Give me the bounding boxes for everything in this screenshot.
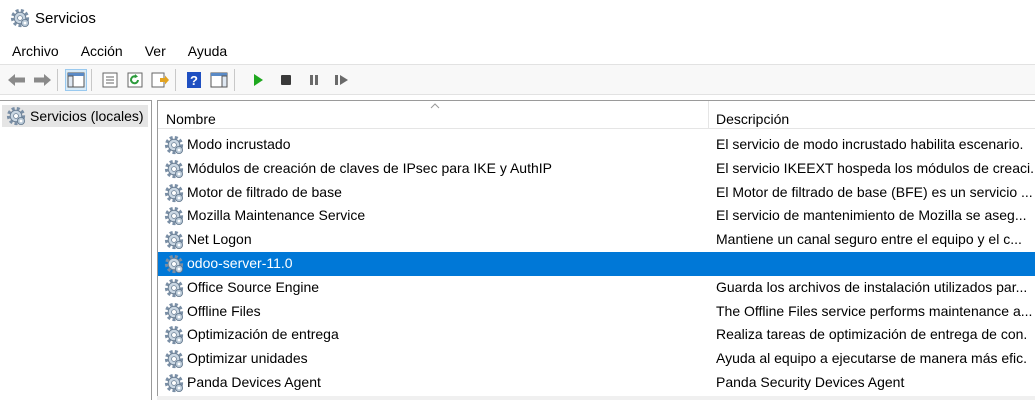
service-gear-icon: [164, 254, 184, 274]
toolbar: ?: [0, 64, 1035, 95]
column-header-name[interactable]: Nombre: [166, 101, 706, 129]
service-gear-icon: [164, 231, 184, 251]
restart-service-icon[interactable]: [331, 69, 353, 91]
refresh-icon[interactable]: [124, 69, 146, 91]
forward-arrow-icon[interactable]: [31, 69, 53, 91]
service-gear-icon: [164, 207, 184, 227]
service-gear-icon: [164, 278, 184, 298]
service-description: El servicio de mantenimiento de Mozilla …: [716, 207, 1027, 224]
service-description: El servicio IKEEXT hospeda los módulos d…: [716, 159, 1035, 176]
column-header-description[interactable]: Descripción: [716, 101, 1035, 129]
service-name: Panda Devices Agent: [187, 373, 321, 390]
service-row[interactable]: Optimizar unidades Ayuda al equipo a ejec…: [158, 347, 1035, 371]
service-description: El servicio de modo incrustado habilita …: [716, 136, 1024, 152]
service-name: Optimizar unidades: [187, 350, 308, 367]
service-row[interactable]: Optimización de entrega Realiza tareas de…: [158, 323, 1035, 347]
service-gear-icon: [164, 373, 184, 393]
service-name: Office Source Engine: [187, 278, 320, 295]
menu-bar: Archivo Acción Ver Ayuda: [0, 38, 1035, 63]
service-row[interactable]: Office Source Engine Guarda los archivos …: [158, 276, 1035, 300]
service-name: Módulos de creación de claves de IPsec p…: [187, 159, 552, 176]
export-list-icon[interactable]: [149, 69, 171, 91]
service-name: odoo-server-11.0: [187, 254, 293, 271]
service-gear-icon: [164, 159, 184, 179]
service-name: Modo incrustado: [187, 136, 291, 152]
service-name: Optimización de entrega: [187, 326, 339, 343]
services-gear-icon: [6, 106, 26, 126]
svg-text:?: ?: [190, 73, 198, 88]
properties-icon[interactable]: [99, 69, 121, 91]
services-list-pane: Nombre Descripción Modo incrustado El ser…: [157, 100, 1035, 400]
menu-ver[interactable]: Ver: [133, 43, 176, 59]
service-row[interactable]: Modo incrustado El servicio de modo incru…: [158, 133, 1035, 157]
pause-service-icon[interactable]: [303, 69, 325, 91]
back-arrow-icon[interactable]: [6, 69, 28, 91]
column-divider[interactable]: [708, 101, 709, 129]
toolbar-separator: [175, 68, 176, 91]
service-row[interactable]: Offline Files The Offline Files service p…: [158, 300, 1035, 324]
menu-ayuda[interactable]: Ayuda: [176, 43, 237, 59]
services-list: Modo incrustado El servicio de modo incru…: [158, 133, 1035, 395]
service-name: Offline Files: [187, 302, 261, 319]
service-gear-icon: [164, 302, 184, 322]
start-service-icon[interactable]: [247, 69, 269, 91]
stop-service-icon[interactable]: [275, 69, 297, 91]
tree-item-services-local[interactable]: Servicios (locales): [2, 105, 148, 127]
service-row[interactable]: Módulos de creación de claves de IPsec p…: [158, 157, 1035, 181]
tree-item-label: Servicios (locales): [30, 108, 144, 124]
toolbar-separator: [57, 68, 58, 91]
service-gear-icon: [164, 183, 184, 203]
toolbar-separator: [91, 68, 92, 91]
service-description: El Motor de filtrado de base (BFE) es un…: [716, 183, 1033, 200]
service-description: Realiza tareas de optimización de entreg…: [716, 326, 1028, 343]
service-name: Net Logon: [187, 231, 252, 248]
show-hide-tree-icon[interactable]: [65, 68, 87, 91]
service-gear-icon: [164, 350, 184, 370]
service-row[interactable]: Panda Devices Agent Panda Security Device…: [158, 371, 1035, 395]
service-name: Motor de filtrado de base: [187, 183, 342, 200]
service-gear-icon: [164, 326, 184, 346]
help-icon[interactable]: ?: [183, 69, 205, 91]
window-title: Servicios: [35, 9, 96, 27]
service-name: Mozilla Maintenance Service: [187, 207, 366, 224]
service-row[interactable]: Net Logon Mantiene un canal seguro entre …: [158, 228, 1035, 252]
service-row[interactable]: Motor de filtrado de base El Motor de fil…: [158, 181, 1035, 205]
console-tree-pane: Servicios (locales): [0, 100, 152, 400]
service-row[interactable]: Mozilla Maintenance Service El servicio d…: [158, 204, 1035, 228]
list-header: Nombre Descripción: [158, 101, 1035, 129]
menu-accion[interactable]: Acción: [69, 43, 133, 59]
menu-archivo[interactable]: Archivo: [0, 43, 69, 59]
service-row-selected[interactable]: odoo-server-11.0: [158, 251, 1035, 276]
service-description: Ayuda al equipo a ejecutarse de manera m…: [716, 350, 1028, 367]
service-gear-icon: [164, 135, 184, 155]
service-description: Mantiene un canal seguro entre el equipo…: [716, 231, 1022, 248]
service-description: The Offline Files service performs maint…: [716, 302, 1033, 319]
horizontal-scrollbar[interactable]: [157, 396, 1035, 400]
service-description: Panda Security Devices Agent: [716, 373, 905, 390]
show-action-pane-icon[interactable]: [208, 69, 230, 91]
toolbar-separator: [234, 68, 235, 91]
service-description: Guarda los archivos de instalación utili…: [716, 278, 1028, 295]
title-bar: Servicios: [0, 0, 1035, 36]
services-gear-icon: [10, 8, 30, 28]
